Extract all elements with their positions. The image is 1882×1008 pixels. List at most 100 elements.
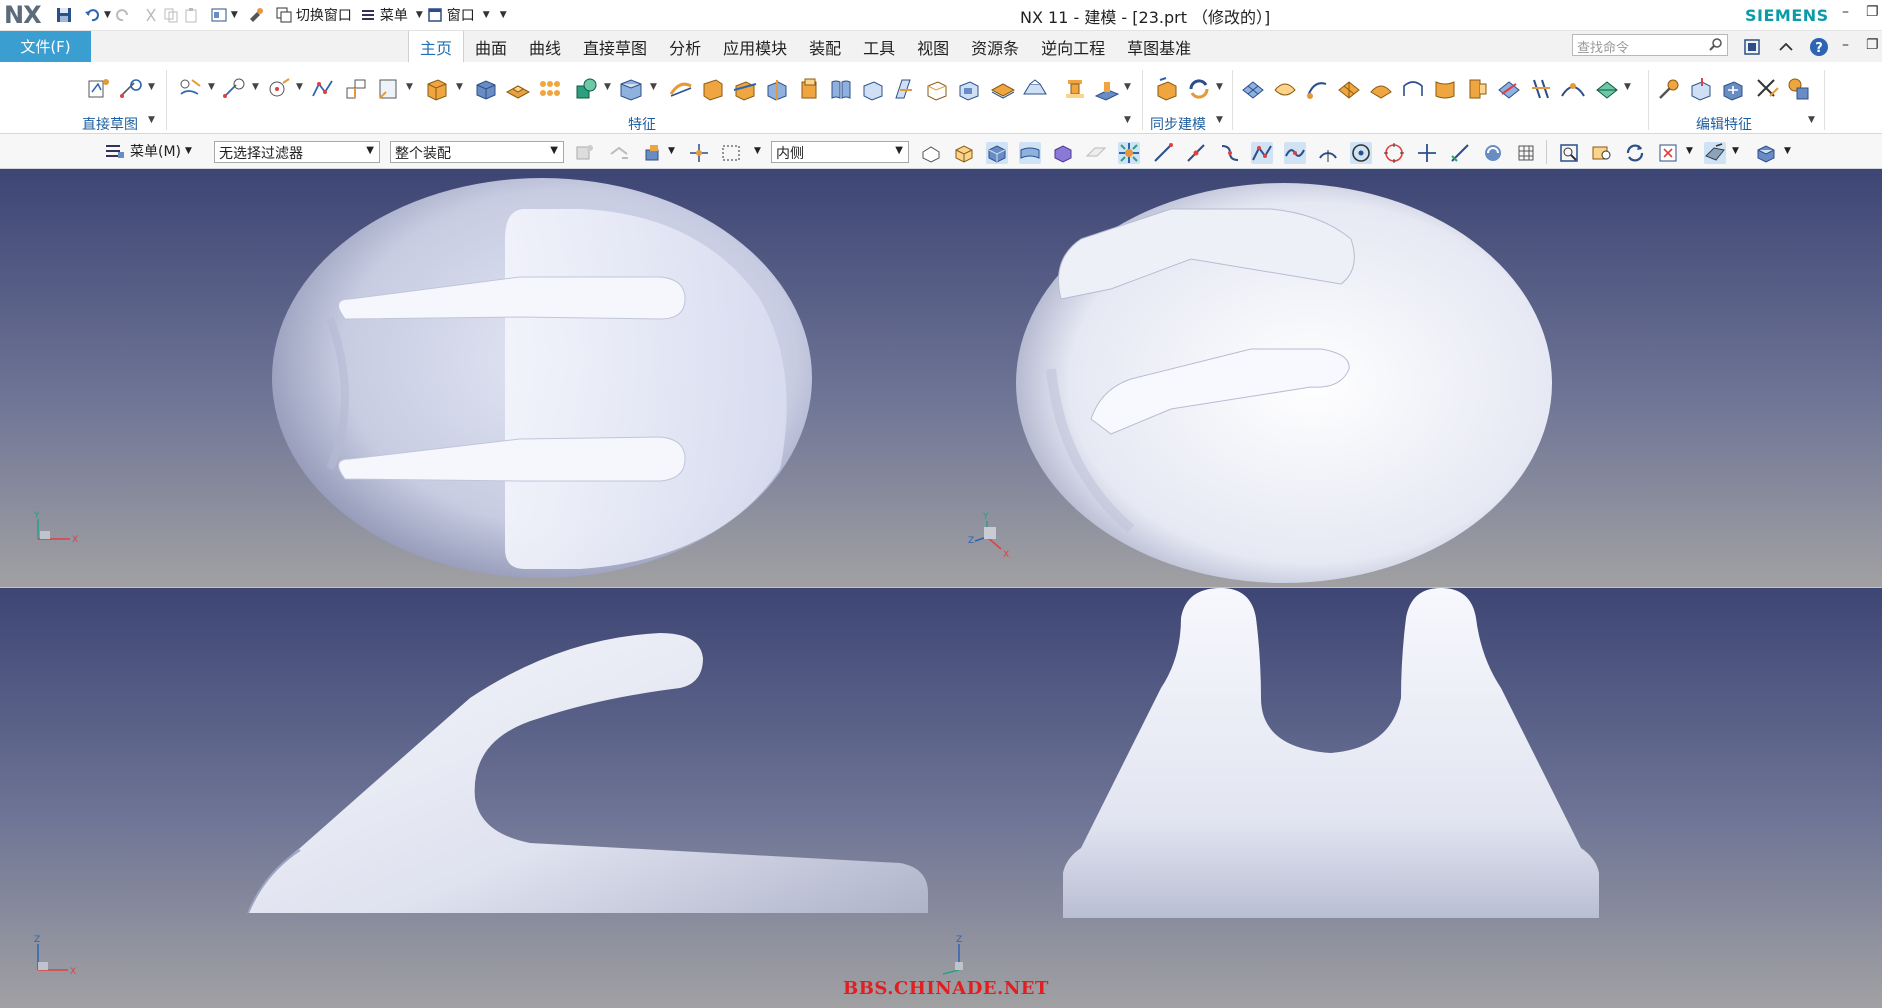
rectangle-select-dropdown-icon[interactable]: ▼ [754, 146, 761, 156]
shell-icon[interactable] [618, 76, 644, 102]
group-sync-modeling-dropdown-icon[interactable]: ▼ [1216, 115, 1223, 125]
bridge-surface-icon[interactable] [1560, 76, 1586, 102]
datum-icon[interactable] [343, 76, 369, 102]
through-curves-icon[interactable] [1240, 76, 1266, 102]
command-search-input[interactable]: 查找命令 [1572, 34, 1728, 56]
rendering-style-icon[interactable] [1704, 142, 1726, 164]
snap-enable-icon[interactable] [1118, 142, 1140, 164]
group-edit-feature-dropdown-icon[interactable]: ▼ [1808, 115, 1815, 125]
view-layout-dropdown-icon[interactable]: ▼ [231, 10, 238, 20]
sketch-curve-icon[interactable] [118, 76, 144, 102]
viewport-top-left[interactable]: Y X [0, 169, 941, 588]
selection-scope-select[interactable]: 整个装配 ▼ [390, 141, 564, 163]
selection-location-select[interactable]: 内侧 ▼ [771, 141, 909, 163]
tab-analysis[interactable]: 分析 [658, 31, 712, 62]
extension-surface-icon[interactable] [1464, 76, 1490, 102]
replace-icon[interactable] [1186, 76, 1212, 102]
tab-home[interactable]: 主页 [408, 31, 465, 62]
pad-icon[interactable] [505, 76, 531, 102]
select-sheet-icon[interactable] [1019, 142, 1041, 164]
point-dropdown-icon[interactable]: ▼ [296, 82, 303, 92]
top-border-menu-button[interactable]: 菜单(M) ▼ [104, 141, 192, 161]
section-surface-icon[interactable] [1400, 76, 1426, 102]
undo-dropdown-icon[interactable]: ▼ [104, 10, 111, 20]
window-dropdown-icon[interactable]: ▼ [483, 10, 490, 20]
through-mesh-icon[interactable] [1272, 76, 1298, 102]
extrude-dropdown-icon[interactable]: ▼ [456, 82, 463, 92]
extrude-icon[interactable] [424, 76, 450, 102]
quadrant-point-icon[interactable] [1383, 142, 1405, 164]
restore-icon[interactable]: ❐ [1866, 4, 1879, 20]
collapse-ribbon-icon[interactable] [1775, 36, 1797, 58]
search-icon[interactable] [1709, 37, 1723, 55]
menu-icon[interactable] [358, 5, 378, 25]
grid-icon[interactable] [1515, 142, 1537, 164]
tab-tools[interactable]: 工具 [852, 31, 906, 62]
customize-quick-access-icon[interactable]: ▼ [500, 10, 507, 20]
pattern-feature-icon[interactable] [537, 76, 563, 102]
replace-face-icon[interactable] [956, 76, 982, 102]
window-icon[interactable] [425, 5, 445, 25]
line-arc-icon[interactable] [222, 76, 248, 102]
select-feature-dropdown-icon[interactable]: ▼ [668, 146, 675, 156]
select-edge-icon[interactable] [920, 142, 942, 164]
sew-icon[interactable] [1528, 76, 1554, 102]
edge-blend-icon[interactable] [668, 76, 694, 102]
tab-direct-sketch[interactable]: 直接草图 [572, 31, 658, 62]
datum-plane-icon[interactable] [376, 76, 402, 102]
window-label[interactable]: 窗口 [447, 5, 475, 25]
trim-sheet-icon[interactable] [1496, 76, 1522, 102]
draft-icon[interactable] [860, 76, 886, 102]
offset-face-icon[interactable] [796, 76, 822, 102]
unite-dropdown-icon[interactable]: ▼ [604, 82, 611, 92]
viewport-bottom-left[interactable]: Z X [0, 588, 941, 1008]
viewport-bottom-right[interactable]: Z Y [941, 588, 1882, 1008]
move-feature-icon[interactable] [1720, 76, 1746, 102]
select-face-icon[interactable] [953, 142, 975, 164]
touch-mode-icon[interactable] [246, 5, 266, 25]
control-point-icon[interactable] [1218, 142, 1240, 164]
thicken-icon[interactable] [828, 76, 854, 102]
sketch-curve-dropdown-icon[interactable]: ▼ [148, 82, 155, 92]
rib-icon[interactable] [1094, 76, 1120, 102]
orient-view-icon[interactable] [1657, 142, 1679, 164]
offset-surface-icon[interactable] [1432, 76, 1458, 102]
rendering-style-dropdown-icon[interactable]: ▼ [1732, 146, 1739, 156]
rotate-view-icon[interactable] [1624, 142, 1646, 164]
arc-center-icon[interactable] [1317, 142, 1339, 164]
view-layout-icon[interactable] [209, 5, 229, 25]
orient-view-dropdown-icon[interactable]: ▼ [1686, 146, 1693, 156]
tube-icon[interactable] [924, 76, 950, 102]
menu-label[interactable]: 菜单 [380, 5, 408, 25]
save-icon[interactable] [54, 5, 74, 25]
emboss-icon[interactable] [1022, 76, 1048, 102]
end-point-icon[interactable] [1152, 142, 1174, 164]
surface-tools-dropdown-icon[interactable]: ▼ [1624, 82, 1631, 92]
viewport-top-right[interactable]: Y Z X [941, 169, 1882, 588]
studio-surface-icon[interactable] [1336, 76, 1362, 102]
switch-window-label[interactable]: 切换窗口 [296, 5, 352, 25]
minimize-icon[interactable]: – [1842, 4, 1849, 20]
group-feature-dropdown-icon[interactable]: ▼ [1124, 115, 1131, 125]
more-features-dropdown-icon[interactable]: ▼ [1124, 82, 1131, 92]
edit-positioning-icon[interactable] [1688, 76, 1714, 102]
type-filter-select[interactable]: 无选择过滤器 ▼ [214, 141, 380, 163]
block-icon[interactable] [473, 76, 499, 102]
boss-icon[interactable] [1062, 76, 1088, 102]
swept-surface-icon[interactable] [1304, 76, 1330, 102]
bounded-grid-point-icon[interactable] [1482, 142, 1504, 164]
switch-window-icon[interactable] [274, 5, 294, 25]
tab-sketch-datum[interactable]: 草图基准 [1116, 31, 1202, 62]
minimize-document-icon[interactable]: – [1842, 37, 1849, 53]
tab-assembly[interactable]: 装配 [798, 31, 852, 62]
move-face-icon[interactable] [1154, 76, 1180, 102]
replace-dropdown-icon[interactable]: ▼ [1216, 82, 1223, 92]
point-icon[interactable] [266, 76, 292, 102]
fit-view-icon[interactable] [1558, 142, 1580, 164]
help-icon[interactable]: ? [1808, 36, 1830, 58]
edit-feature-parameters-icon[interactable] [1656, 76, 1682, 102]
replace-feature-icon[interactable] [1786, 76, 1812, 102]
sweep-icon[interactable] [892, 76, 918, 102]
undo-icon[interactable] [82, 5, 102, 25]
restore-document-icon[interactable]: ❐ [1866, 37, 1879, 53]
